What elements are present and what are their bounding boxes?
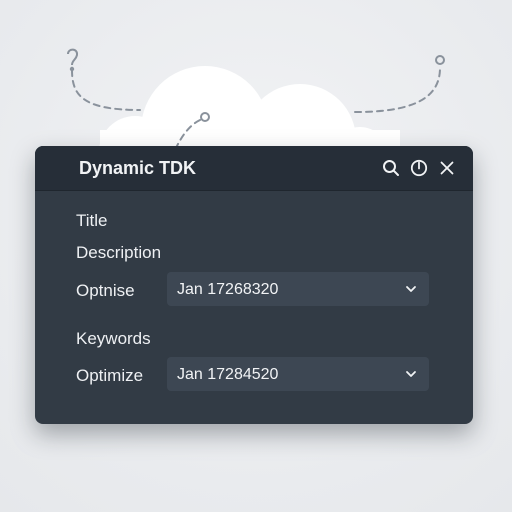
description-label: Description [76, 243, 162, 262]
description-select-value: Jan 17268320 [177, 281, 279, 298]
keywords-label: Keywords [76, 329, 151, 348]
description-date-select[interactable]: Jan 17268320 [167, 272, 429, 306]
panel-title: Dynamic TDK [79, 158, 197, 178]
chevron-down-icon [405, 283, 417, 295]
keywords-select-value: Jan 17284520 [177, 366, 279, 383]
close-icon[interactable] [437, 158, 457, 178]
dynamic-tdk-panel: Dynamic TDK Title Description Optnise Ja… [35, 146, 473, 424]
search-icon[interactable] [381, 158, 401, 178]
description-optimise-label: Optnise [76, 281, 135, 300]
panel-titlebar: Dynamic TDK [35, 146, 473, 191]
chevron-down-icon [405, 368, 417, 380]
keywords-date-select[interactable]: Jan 17284520 [167, 357, 429, 391]
title-label: Title [76, 211, 108, 230]
power-icon[interactable] [409, 158, 429, 178]
keywords-optimize-label: Optimize [76, 366, 144, 385]
background-canvas: Dynamic TDK Title Description Optnise Ja… [0, 0, 512, 512]
